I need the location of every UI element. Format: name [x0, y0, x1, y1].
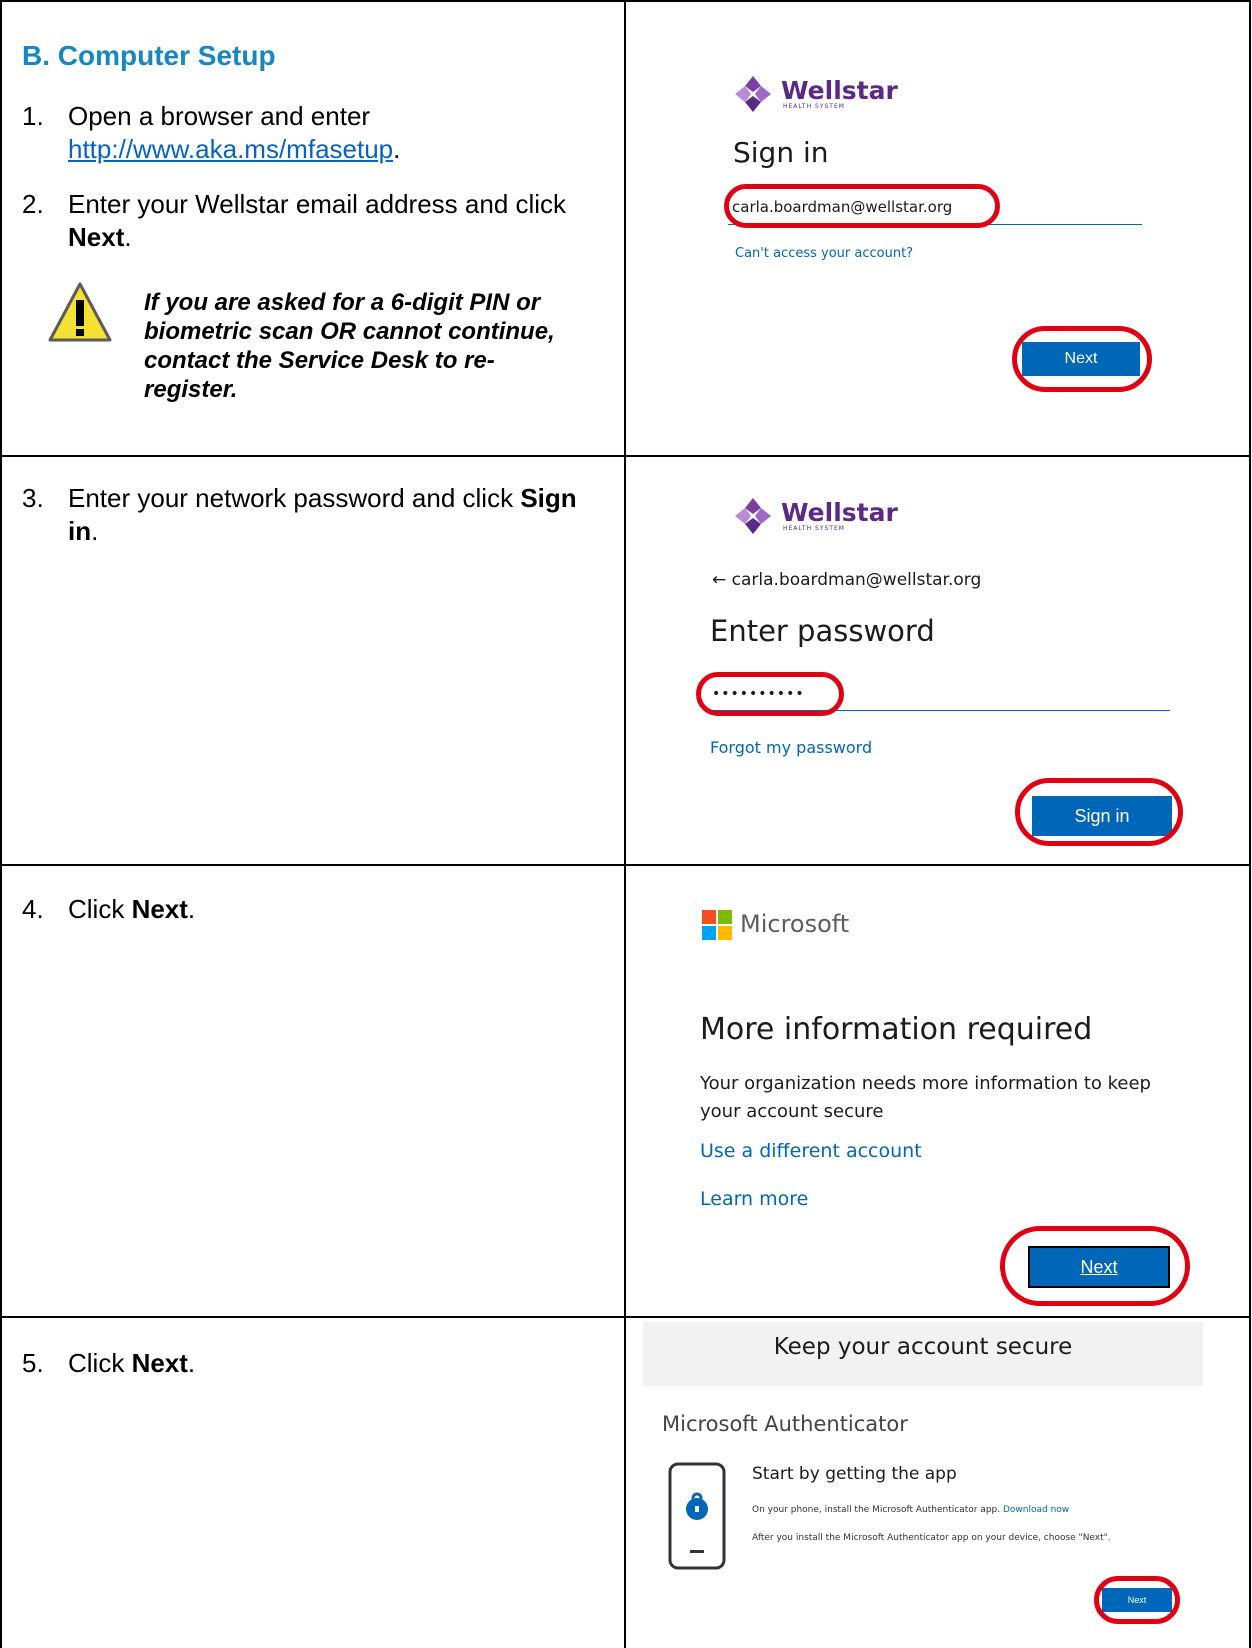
step-number: 3. [22, 483, 44, 513]
row-divider-3 [0, 1316, 1251, 1318]
step-title: Start by getting the app [752, 1464, 957, 1484]
highlight-ring [724, 184, 1000, 228]
warning-text: If you are asked for a 6-digit PIN or bi… [144, 289, 555, 403]
more-info-title: More information required [700, 1012, 1093, 1047]
highlight-ring [1015, 778, 1183, 846]
after-install-line: After you install the Microsoft Authenti… [752, 1533, 1111, 1543]
more-info-body: Your organization needs more information… [700, 1073, 1151, 1122]
install-line: On your phone, install the Microsoft Aut… [752, 1505, 1070, 1515]
authenticator-subtitle: Microsoft Authenticator [662, 1412, 908, 1436]
wellstar-logo-icon [735, 76, 771, 112]
wellstar-logo: Wellstar HEALTH SYSTEM [733, 74, 898, 114]
table-border-right [1249, 0, 1251, 1648]
highlight-ring [696, 672, 844, 716]
cant-access-link[interactable]: Can't access your account? [735, 246, 913, 261]
wellstar-logo-icon [735, 498, 771, 534]
step-text: Click Next. [68, 1348, 196, 1378]
table-border-top [0, 0, 1251, 2]
row-divider-1 [0, 455, 1251, 457]
back-email[interactable]: ← carla.boardman@wellstar.org [712, 570, 981, 590]
step-number: 2. [22, 189, 44, 219]
download-now-link[interactable]: Download now [1003, 1505, 1069, 1515]
step-text: Enter your network password and click Si… [68, 483, 577, 546]
signin-title: Sign in [733, 136, 829, 169]
forgot-password-link[interactable]: Forgot my password [710, 738, 872, 757]
step-number: 1. [22, 101, 44, 131]
logo-name: Wellstar [781, 75, 898, 105]
microsoft-brand: Microsoft [740, 910, 850, 938]
row-divider-2 [0, 864, 1251, 866]
password-title: Enter password [710, 614, 935, 648]
wellstar-logo: Wellstar HEALTH SYSTEM [733, 496, 898, 536]
step-text: Click Next. [68, 894, 196, 924]
learn-more-link[interactable]: Learn more [700, 1188, 808, 1210]
highlight-ring [1000, 1226, 1190, 1306]
step-text: Open a browser and enter http://www.aka.… [68, 101, 401, 164]
step-number: 4. [22, 894, 44, 924]
keep-secure-title: Keep your account secure [773, 1334, 1073, 1360]
phone-lock-icon [668, 1462, 726, 1570]
microsoft-logo-icon [702, 910, 732, 940]
mfasetup-link[interactable]: http://www.aka.ms/mfasetup [68, 134, 393, 164]
logo-name: Wellstar [781, 497, 898, 527]
table-border-left [0, 0, 2, 1648]
highlight-ring [1094, 1576, 1180, 1624]
different-account-link[interactable]: Use a different account [700, 1140, 922, 1162]
step-text: Enter your Wellstar email address and cl… [68, 189, 567, 252]
highlight-ring [1012, 326, 1152, 392]
warning-icon [48, 282, 112, 342]
section-heading: B. Computer Setup [22, 40, 276, 71]
step-number: 5. [22, 1348, 44, 1378]
table-border-middle [624, 0, 626, 1648]
